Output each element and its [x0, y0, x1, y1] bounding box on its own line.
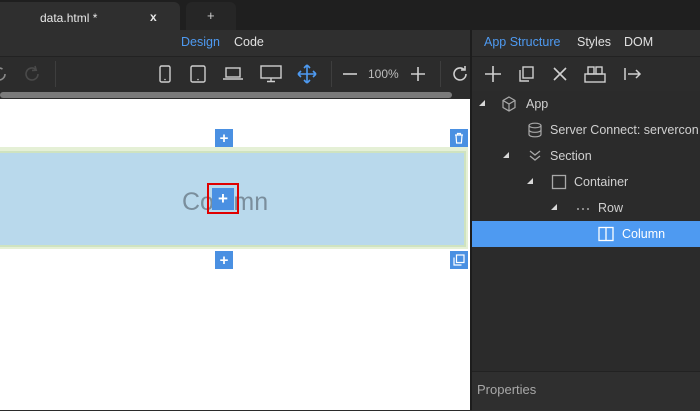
add-inside-button-highlighted[interactable]: +: [207, 183, 239, 214]
add-above-button[interactable]: +: [215, 129, 233, 147]
design-view-tab[interactable]: Design: [181, 35, 220, 49]
zoom-in-icon[interactable]: [408, 57, 428, 91]
editor-toolbar: 100%: [0, 57, 470, 92]
expand-caret[interactable]: [503, 152, 509, 158]
tree-label: Row: [598, 201, 624, 215]
copy-icon: [453, 254, 465, 266]
components-icon[interactable]: [583, 57, 607, 91]
tree-label: Section: [550, 149, 592, 163]
column-icon: [598, 226, 614, 242]
tree-item-app[interactable]: App: [472, 91, 700, 117]
tree-label: Container: [574, 175, 629, 189]
tree-label: Column: [622, 227, 666, 241]
tree-item-container[interactable]: Container: [472, 169, 700, 195]
zoom-out-icon[interactable]: [340, 57, 360, 91]
laptop-icon[interactable]: [221, 57, 245, 91]
tab-data-html[interactable]: data.html * x: [0, 2, 180, 30]
horizontal-scrollbar[interactable]: [0, 91, 470, 99]
undo-icon[interactable]: [0, 57, 10, 91]
expand-caret[interactable]: [551, 204, 557, 210]
document-tab-bar: data.html * x +: [0, 0, 700, 30]
code-view-tab[interactable]: Code: [234, 35, 264, 49]
view-toggle-bar: Design Code: [0, 30, 470, 57]
add-below-button[interactable]: +: [215, 251, 233, 269]
expand-caret[interactable]: [527, 178, 533, 184]
new-tab-button[interactable]: +: [186, 2, 236, 30]
cube-icon: [502, 96, 516, 112]
move-icon[interactable]: [295, 57, 319, 91]
tab-styles[interactable]: Styles: [577, 35, 611, 49]
delete-icon[interactable]: [550, 57, 570, 91]
delete-button[interactable]: [450, 129, 468, 147]
redo-icon[interactable]: [22, 57, 44, 91]
phone-icon[interactable]: [156, 57, 174, 91]
add-icon[interactable]: [482, 57, 504, 91]
duplicate-button[interactable]: [450, 251, 468, 269]
tree-item-server-connect[interactable]: Server Connect: servercon: [472, 117, 700, 143]
double-chevron-icon: [529, 150, 541, 161]
tree-item-column[interactable]: Column: [472, 221, 700, 247]
toolbar-divider: [55, 61, 56, 87]
zoom-level: 100%: [368, 67, 399, 81]
tree-label: Server Connect: servercon: [550, 123, 699, 137]
scrollbar-thumb[interactable]: [0, 92, 452, 98]
right-panel-tabs: App Structure Styles DOM: [472, 30, 700, 57]
database-icon: [528, 122, 542, 138]
refresh-icon[interactable]: [450, 57, 470, 91]
tree-item-row[interactable]: Row: [472, 195, 700, 221]
tab-close-button[interactable]: x: [150, 10, 157, 24]
desktop-icon[interactable]: [259, 57, 283, 91]
tree-label: App: [526, 97, 549, 111]
toolbar-divider: [440, 61, 441, 87]
square-icon: [551, 174, 567, 190]
tab-title: data.html *: [40, 11, 98, 25]
properties-title: Properties: [477, 382, 537, 397]
toolbar-divider: [331, 61, 332, 87]
move-to-end-icon[interactable]: [622, 57, 644, 91]
design-canvas[interactable]: + Column + +: [0, 99, 470, 410]
plus-icon: +: [212, 187, 234, 210]
copy-icon[interactable]: [515, 57, 537, 91]
tab-app-structure[interactable]: App Structure: [484, 35, 560, 49]
properties-panel-header[interactable]: Properties: [472, 371, 700, 411]
tree-item-section[interactable]: Section: [472, 143, 700, 169]
tab-dom[interactable]: DOM: [624, 35, 653, 49]
tablet-icon[interactable]: [188, 57, 208, 91]
trash-icon: [455, 132, 463, 144]
dots-icon: [577, 208, 589, 210]
structure-toolbar: [472, 57, 700, 92]
plus-icon: +: [207, 8, 215, 23]
expand-caret[interactable]: [479, 100, 485, 106]
app-structure-tree: App Server Connect: servercon Section Co…: [472, 91, 700, 371]
